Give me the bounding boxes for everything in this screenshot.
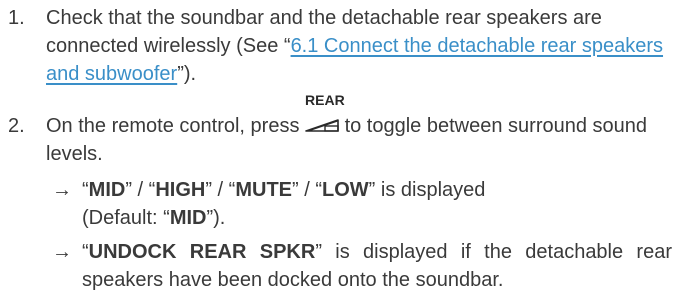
rear-button-label: REAR: [305, 92, 345, 108]
level-high: HIGH: [155, 179, 206, 201]
separator: ” / “: [205, 179, 236, 201]
separator: ” / “: [292, 179, 323, 201]
step-2-text: On the remote control, press REAR to tog…: [46, 92, 668, 168]
step-1-text: Check that the soundbar and the detachab…: [46, 4, 668, 88]
separator: ” / “: [125, 179, 156, 201]
default-suffix: ”).: [206, 207, 226, 229]
displayed-text: ” is displayed: [368, 179, 486, 201]
result-undock: → “UNDOCK REAR SPKR” is displayed if the…: [52, 238, 672, 294]
rear-speaker-wedge-icon: [305, 119, 339, 132]
step-1-text-after: ”).: [177, 63, 197, 85]
step-number: 1.: [8, 7, 25, 29]
right-arrow-icon: →: [52, 241, 72, 263]
quote-open: “: [82, 179, 89, 201]
step-number: 2.: [8, 115, 25, 137]
level-mute: MUTE: [235, 179, 293, 201]
step-2: 2. On the remote control, press REAR to …: [8, 92, 668, 168]
quote-open: “: [82, 241, 89, 263]
undock-message: UNDOCK REAR SPKR: [88, 241, 316, 263]
level-low: LOW: [322, 179, 369, 201]
default-prefix: (Default: “: [82, 207, 170, 229]
result-levels: → “MID” / “HIGH” / “MUTE” / “LOW” is dis…: [52, 176, 672, 232]
instruction-document: 1. Check that the soundbar and the detac…: [0, 0, 681, 295]
rear-button-icon: REAR: [305, 92, 345, 134]
right-arrow-icon: →: [52, 179, 72, 201]
step-2-text-before: On the remote control, press: [46, 115, 306, 137]
default-level: MID: [169, 207, 207, 229]
step-1: 1. Check that the soundbar and the detac…: [8, 4, 668, 88]
level-mid: MID: [88, 179, 126, 201]
